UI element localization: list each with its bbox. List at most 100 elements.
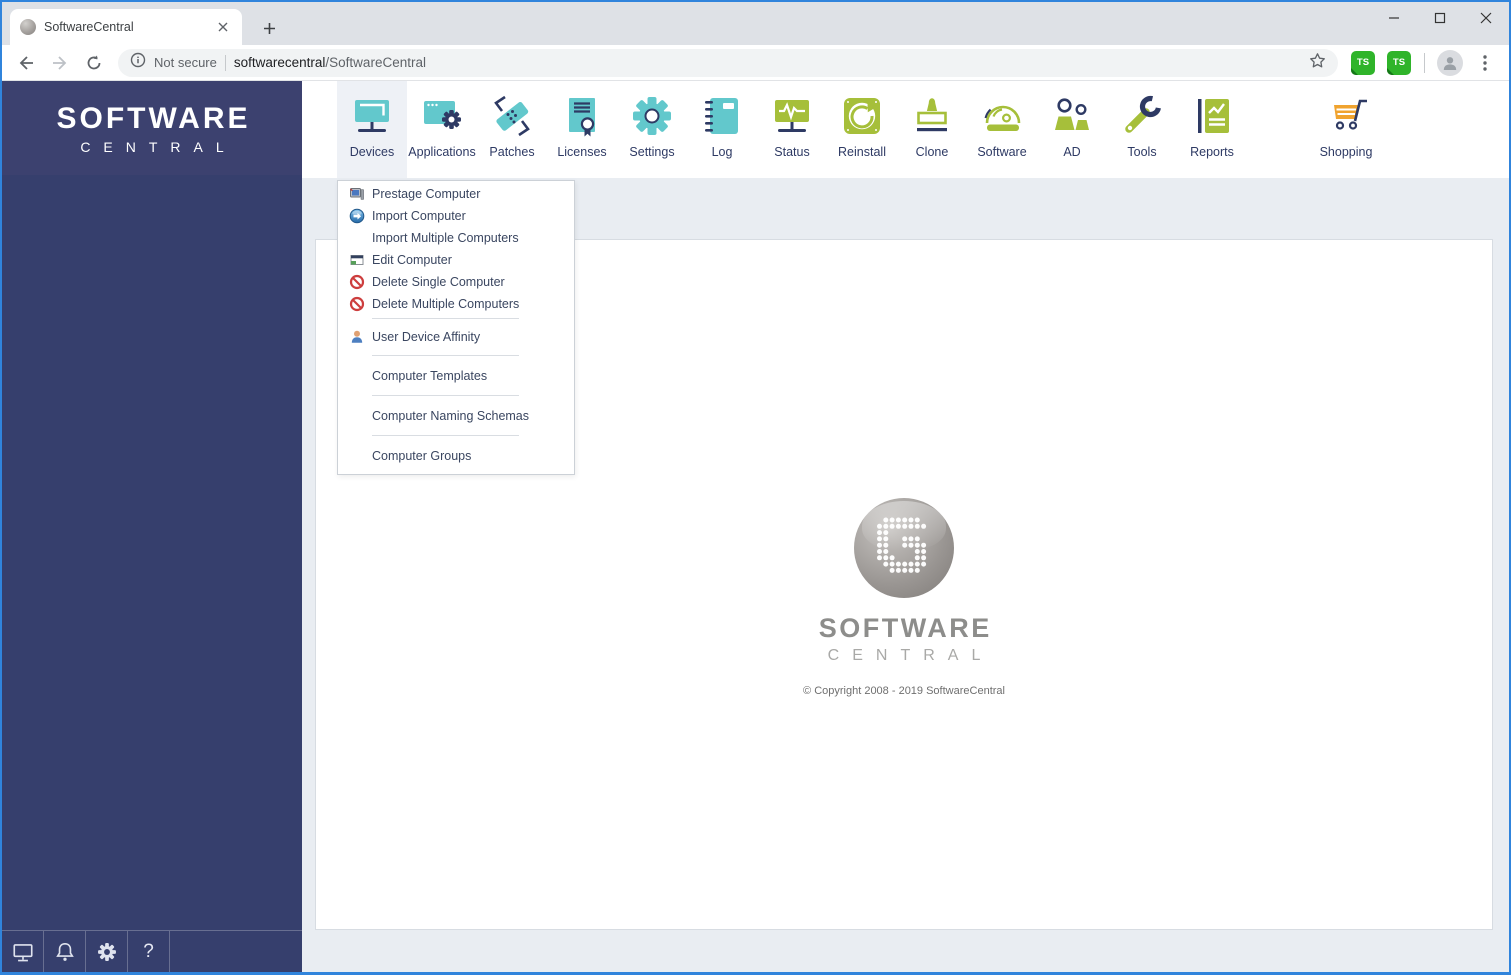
toolbar-divider (1424, 52, 1425, 73)
menu-divider (372, 435, 519, 436)
nav-log[interactable]: Log (687, 81, 757, 178)
nav-shopping[interactable]: Shopping (1311, 81, 1381, 178)
nav-tools[interactable]: Tools (1107, 81, 1177, 178)
browser-window: SoftwareCentral Not secure softwarecentr… (0, 0, 1511, 975)
forbidden-icon (348, 296, 365, 312)
page-body: SOFTWARE CENTRAL ? Devices Applications … (2, 81, 1509, 972)
top-navbar: Devices Applications Patches Licenses Se… (302, 81, 1509, 178)
menu-item-edit-computer[interactable]: Edit Computer (338, 249, 574, 271)
extension-ts-icon-2[interactable]: TS (1387, 50, 1411, 75)
softwarecentral-logo (854, 498, 954, 598)
settings-gear-icon[interactable] (86, 931, 128, 972)
content-logo-line1: SOFTWARE (818, 613, 992, 643)
computer-icon (348, 186, 365, 202)
profile-avatar[interactable] (1437, 49, 1463, 76)
address-bar[interactable]: Not secure softwarecentral/SoftwareCentr… (118, 48, 1338, 77)
patches-icon (488, 92, 536, 140)
sidebar-logo-line1: SOFTWARE (56, 101, 251, 135)
nav-applications-label: Applications (408, 145, 476, 159)
nav-patches[interactable]: Patches (477, 81, 547, 178)
notifications-bell-icon[interactable] (44, 931, 86, 972)
nav-patches-label: Patches (489, 145, 535, 159)
info-icon[interactable] (130, 52, 146, 73)
nav-software-label: Software (977, 145, 1027, 159)
nav-software[interactable]: Software (967, 81, 1037, 178)
extension-ts-icon-1[interactable]: TS (1351, 50, 1375, 75)
devices-dropdown-menu: Prestage Computer Import Computer Import… (337, 180, 575, 475)
log-icon (698, 92, 746, 140)
menu-item-computer-templates[interactable]: Computer Templates (338, 359, 574, 392)
help-icon[interactable]: ? (128, 931, 170, 972)
applications-icon (418, 92, 466, 140)
url-text[interactable]: softwarecentral/SoftwareCentral (234, 55, 1301, 70)
status-icon (768, 92, 816, 140)
nav-licenses[interactable]: Licenses (547, 81, 617, 178)
nav-applications[interactable]: Applications (407, 81, 477, 178)
menu-item-computer-naming-schemas[interactable]: Computer Naming Schemas (338, 399, 574, 432)
back-icon[interactable] (10, 47, 42, 79)
nav-licenses-label: Licenses (557, 145, 607, 159)
nav-log-label: Log (711, 145, 733, 159)
menu-item-delete-multiple-computers[interactable]: Delete Multiple Computers (338, 293, 574, 315)
settings-icon (628, 92, 676, 140)
menu-item-delete-single-computer[interactable]: Delete Single Computer (338, 271, 574, 293)
sidebar-logo: SOFTWARE CENTRAL (2, 81, 302, 175)
user-icon (348, 329, 365, 345)
menu-item-prestage-computer[interactable]: Prestage Computer (338, 183, 574, 205)
browser-menu-icon[interactable] (1469, 47, 1501, 79)
forward-icon[interactable] (44, 47, 76, 79)
sidebar-footer: ? (2, 930, 302, 972)
logo-dot-matrix (877, 517, 927, 573)
nav-tools-label: Tools (1127, 145, 1157, 159)
no-icon (348, 368, 365, 384)
nav-reinstall-label: Reinstall (838, 145, 886, 159)
bookmark-star-icon[interactable] (1309, 52, 1326, 74)
licenses-icon (558, 92, 606, 140)
nav-clone[interactable]: Clone (897, 81, 967, 178)
window-icon (348, 252, 365, 268)
nav-settings[interactable]: Settings (617, 81, 687, 178)
nav-reports[interactable]: Reports (1177, 81, 1247, 178)
software-icon (978, 92, 1026, 140)
menu-item-import-computer[interactable]: Import Computer (338, 205, 574, 227)
devices-icon (348, 92, 396, 140)
nav-reinstall[interactable]: Reinstall (827, 81, 897, 178)
nav-settings-label: Settings (629, 145, 675, 159)
url-host: softwarecentral (233, 55, 326, 70)
close-icon[interactable] (1463, 2, 1509, 34)
nav-ad[interactable]: AD (1037, 81, 1107, 178)
tab-close-icon[interactable] (214, 18, 232, 36)
menu-item-computer-groups[interactable]: Computer Groups (338, 439, 574, 472)
nav-devices[interactable]: Devices (337, 81, 407, 178)
forbidden-icon (348, 274, 365, 290)
menu-divider (372, 395, 519, 396)
display-icon[interactable] (2, 931, 44, 972)
browser-tab[interactable]: SoftwareCentral (10, 9, 242, 45)
copyright-text: © Copyright 2008 - 2019 SoftwareCentral (803, 685, 1005, 697)
reload-icon[interactable] (78, 47, 110, 79)
tab-strip: SoftwareCentral (2, 2, 1509, 45)
nav-clone-label: Clone (915, 145, 949, 159)
minimize-icon[interactable] (1371, 2, 1417, 34)
no-icon (348, 448, 365, 464)
clone-icon (908, 92, 956, 140)
content-logo-line2: CENTRAL (827, 647, 994, 664)
nav-ad-label: AD (1063, 145, 1081, 159)
browser-toolbar: Not secure softwarecentral/SoftwareCentr… (2, 45, 1509, 81)
reinstall-icon (838, 92, 886, 140)
ad-icon (1048, 92, 1096, 140)
import-icon (348, 208, 365, 224)
sidebar-footer-spacer (170, 931, 302, 972)
menu-item-import-multiple-computers[interactable]: Import Multiple Computers (338, 227, 574, 249)
menu-item-user-device-affinity[interactable]: User Device Affinity (338, 322, 574, 352)
window-controls (1371, 2, 1509, 34)
maximize-icon[interactable] (1417, 2, 1463, 34)
no-icon (348, 230, 365, 246)
security-label[interactable]: Not secure (154, 55, 217, 70)
nav-reports-label: Reports (1190, 145, 1234, 159)
nav-status[interactable]: Status (757, 81, 827, 178)
nav-shopping-label: Shopping (1319, 145, 1373, 159)
nav-status-label: Status (774, 145, 810, 159)
new-tab-icon[interactable] (256, 15, 282, 41)
